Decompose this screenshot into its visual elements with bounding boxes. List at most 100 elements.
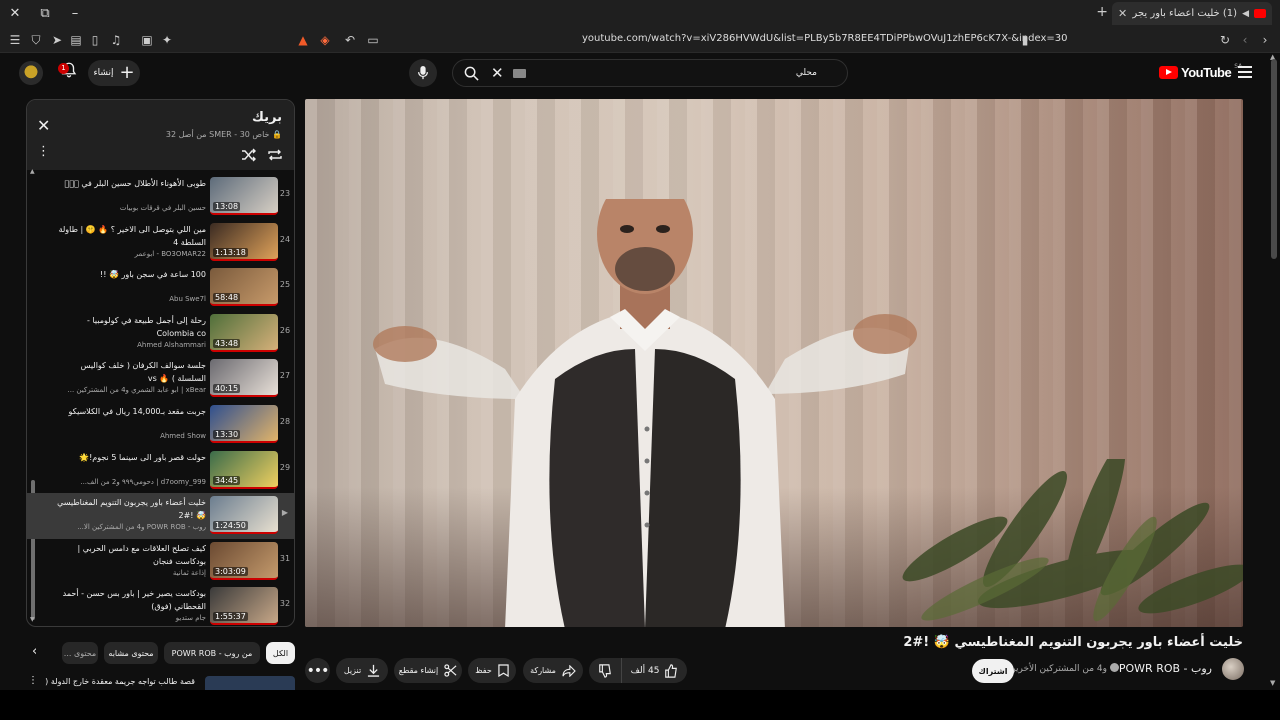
recommendation-title: قصة طالب تواجه جريمة معقدة خارج الدولة (	[45, 677, 195, 686]
shuffle-icon[interactable]	[241, 148, 257, 162]
more-vert-icon[interactable]: ⋮	[28, 676, 38, 686]
music-icon[interactable]: ♫	[107, 31, 125, 49]
shield-icon[interactable]: ⛉	[27, 31, 45, 49]
playlist-item[interactable]: 26 43:48 رحلة إلى أجمل طبيعة في كولومبيا -…	[27, 311, 294, 357]
puzzle-icon[interactable]: ✦	[158, 31, 176, 49]
playlist-item-title: طوبى الأهوناء الأطلال حسين البلر في 🏻🏻🏻	[64, 179, 206, 188]
forward-icon[interactable]: ›	[1256, 31, 1274, 49]
playlist-item-index: 24	[279, 234, 291, 244]
playlist-item-duration: 34:45	[213, 475, 241, 485]
chip-all[interactable]: الكل	[266, 642, 295, 664]
playlist-item[interactable]: 23 13:08 طوبى الأهوناء الأطلال حسين البلر …	[27, 174, 294, 220]
playlist-item-channel: إذاعة ثمانية	[172, 568, 206, 577]
scissors-icon	[444, 664, 457, 677]
playlist-item-thumbnail[interactable]: 3:03:09	[210, 541, 278, 580]
playlist-item-thumbnail[interactable]: 1:13:18	[210, 222, 278, 261]
playlist-item-index: 29	[279, 462, 291, 472]
search-button[interactable]	[457, 62, 485, 84]
create-label: إنشاء	[93, 68, 114, 78]
chips-next-icon[interactable]: ‹	[32, 644, 37, 659]
more-actions-button[interactable]: •••	[305, 658, 330, 683]
chip-recent[interactable]: محتوى ...	[62, 642, 98, 664]
playlist-item-index: 32	[279, 599, 291, 609]
playlist-item-thumbnail[interactable]: 34:45	[210, 450, 278, 489]
clip-button[interactable]: إنشاء مقطع	[394, 658, 462, 683]
playlist-item-channel: Abu Swe7l	[169, 295, 206, 304]
voice-search-button[interactable]	[409, 59, 437, 87]
clear-search-icon[interactable]: ✕	[491, 63, 504, 83]
scroll-down-icon[interactable]: ▼	[1270, 679, 1275, 687]
cast-icon[interactable]: ▭	[364, 31, 382, 49]
window-maximize-icon[interactable]: ⧉	[36, 5, 54, 23]
playlist-item-title: جلسة سوالف الكرفان ( خلف كواليس السلسلة …	[80, 361, 206, 384]
bookmark-icon[interactable]: ▮	[1016, 31, 1034, 49]
playlist-item-thumbnail[interactable]: 13:30	[210, 405, 278, 443]
screenshot-icon[interactable]: ▣	[138, 31, 156, 49]
brave-rewards-icon[interactable]: ▲	[294, 31, 312, 49]
page-scroll-thumb[interactable]	[1271, 59, 1277, 259]
notification-badge: 1	[58, 63, 69, 74]
page-scrollbar[interactable]: ▲ ▼	[1268, 53, 1280, 690]
keyboard-icon[interactable]	[513, 69, 526, 78]
back-icon[interactable]: ‹	[1236, 31, 1254, 49]
playlist-item-thumbnail[interactable]: 40:15	[210, 359, 278, 398]
playlist-title[interactable]: بريك	[252, 110, 282, 125]
browser-tab[interactable]: ◀ (1) خليت أعضاء باور يجربون التنـ ✕	[1112, 2, 1272, 25]
playlist-item-thumbnail[interactable]: 13:08	[210, 177, 278, 215]
playlist-item[interactable]: 28 13:30 جربت مقعد بـ14,000 ريال في الكلاس…	[27, 402, 294, 448]
reload-icon[interactable]: ↻	[1216, 31, 1234, 49]
address-bar[interactable]: youtube.com/watch?v=xiV286HVWdU&list=PLB…	[582, 33, 1068, 44]
playlist-item[interactable]: 24 1:13:18 مين اللي بتوصل الى الاخير ؟ 🔥 🤫…	[27, 220, 294, 266]
window-close-icon[interactable]: ✕	[6, 5, 24, 23]
channel-name[interactable]: روب - POWR ROB	[1119, 662, 1212, 675]
account-avatar[interactable]	[19, 61, 43, 85]
reader-icon[interactable]: ▤	[67, 31, 85, 49]
playlist-item-channel: حسين البلر في قرقات بوبيات	[119, 204, 206, 212]
channel-collaborators[interactable]: و4 من المشتركين الأخرين	[1009, 663, 1122, 674]
guide-menu-icon[interactable]	[1238, 66, 1252, 78]
back-history-icon[interactable]: ↶	[341, 31, 359, 49]
chip-from-channel[interactable]: من روب - POWR ROB	[164, 642, 260, 664]
playlist-item[interactable]: 32 1:55:37 بودكاست يصير خير | باور بس حسن …	[27, 584, 294, 626]
menu-icon[interactable]: ☰	[6, 31, 24, 49]
thumbs-down-icon	[599, 663, 611, 678]
extensions-icon[interactable]: ➤	[48, 31, 66, 49]
playlist-item[interactable]: 29 34:45 حولت قصر باور الى سينما 5 نجوم!🌟 d…	[27, 448, 294, 494]
like-button[interactable]: 45 ألف	[621, 658, 687, 683]
playlist-item[interactable]: 27 40:15 جلسة سوالف الكرفان ( خلف كواليس ا…	[27, 356, 294, 402]
dislike-button[interactable]	[589, 658, 621, 683]
loop-icon[interactable]	[267, 148, 283, 162]
next-recommendation-row[interactable]: ⋮ قصة طالب تواجه جريمة معقدة خارج الدولة…	[26, 676, 295, 690]
sidebar-icon[interactable]: ▯	[86, 31, 104, 49]
audio-icon[interactable]: ◀	[1242, 9, 1249, 19]
close-playlist-icon[interactable]: ✕	[37, 116, 50, 135]
playlist-item-channel: xBear | ابو عابد الشمري و4 من المشتركين …	[67, 386, 206, 395]
chip-related[interactable]: محتوى مشابه	[104, 642, 158, 664]
playlist-item-thumbnail[interactable]: 1:55:37	[210, 587, 278, 626]
channel-avatar[interactable]	[1222, 658, 1244, 680]
tab-close-icon[interactable]: ✕	[1118, 7, 1127, 20]
video-player[interactable]	[305, 99, 1243, 627]
playlist-item-index: 28	[279, 417, 291, 426]
search-input[interactable]	[541, 63, 841, 83]
playlist-item[interactable]: 25 58:48 100 ساعة في سجن باور 🤯 !! Abu Swe7…	[27, 265, 294, 311]
more-vert-icon[interactable]: ⋮	[37, 145, 50, 158]
playlist-item-index: 31	[279, 553, 291, 563]
playlist-item-thumbnail[interactable]: 43:48	[210, 313, 278, 352]
create-button[interactable]: + إنشاء	[88, 60, 140, 86]
window-minimize-icon[interactable]: –	[66, 5, 84, 23]
playlist-item[interactable]: 31 3:03:09 كيف تصلح العلاقات مع دامس الحرب…	[27, 539, 294, 585]
playlist-item-thumbnail[interactable]: 1:24:50	[210, 496, 278, 535]
brave-shield-icon[interactable]: ◈	[316, 31, 334, 49]
tab-title: (1) خليت أعضاء باور يجربون التنـ	[1132, 8, 1238, 19]
subscribe-button[interactable]: اشتراك	[972, 659, 1014, 683]
playlist-item[interactable]: ▶ 1:24:50 خليت أعضاء باور يجربون التنويم ا…	[27, 493, 294, 540]
playlist-item-thumbnail[interactable]: 58:48	[210, 268, 278, 307]
share-button[interactable]: مشاركة	[523, 658, 583, 683]
download-icon	[368, 664, 380, 677]
download-button[interactable]: تنزيل	[336, 658, 388, 683]
youtube-logo[interactable]: YouTube SA	[1159, 63, 1242, 80]
playlist-header: بريك 🔒 خاص SMER - 30 من أصل 32 ✕ ⋮	[27, 100, 294, 170]
new-tab-icon[interactable]: +	[1096, 4, 1108, 20]
save-button[interactable]: حفظ	[468, 658, 516, 683]
